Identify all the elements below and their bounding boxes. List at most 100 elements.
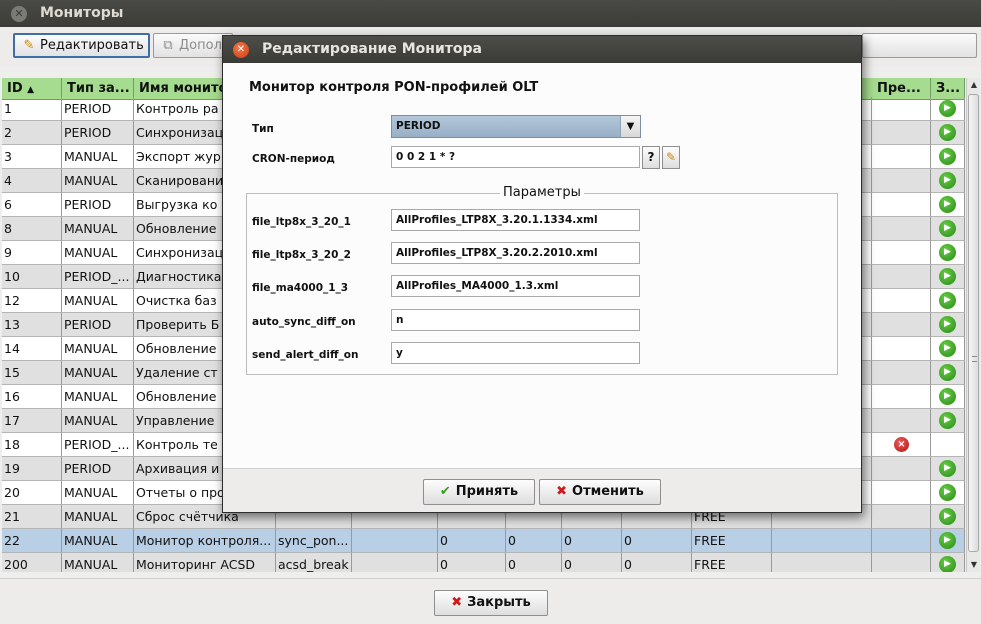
edit-monitor-dialog: ✕ Редактирование Монитора Монитор контро…	[222, 35, 862, 513]
play-icon[interactable]: ▶	[939, 172, 956, 189]
copy-icon: ⧉	[163, 38, 173, 53]
table-cell-c7: 0	[562, 553, 622, 572]
table-cell-id: 1	[2, 97, 62, 121]
cron-help-button[interactable]: ?	[642, 146, 660, 169]
table-cell-blank3	[872, 529, 931, 553]
play-icon[interactable]: ▶	[939, 244, 956, 261]
table-cell-status: FREE	[692, 553, 772, 572]
table-cell-id: 20	[2, 481, 62, 505]
table-cell-status: FREE	[692, 529, 772, 553]
table-cell-type: MANUAL	[62, 145, 134, 169]
param-label: file_ma4000_1_3	[252, 282, 349, 294]
table-row[interactable]: 22 MANUAL Монитор контроля... sync_pon... 0 0…	[2, 529, 965, 553]
dialog-footer: ✔ Принять ✖ Отменить	[223, 468, 861, 512]
stop-icon[interactable]: ×	[894, 437, 909, 452]
param-input[interactable]: AllProfiles_LTP8X_3.20.1.1334.xml	[391, 209, 640, 231]
cancel-button[interactable]: ✖ Отменить	[539, 479, 661, 505]
close-x-icon: ✖	[451, 595, 463, 610]
play-icon[interactable]: ▶	[939, 196, 956, 213]
type-select[interactable]: PERIOD ▼	[391, 115, 641, 138]
play-icon[interactable]: ▶	[939, 460, 956, 477]
sort-asc-icon: ▲	[27, 85, 35, 95]
scroll-up-icon[interactable]: ▲	[967, 78, 981, 92]
play-icon[interactable]: ▶	[939, 484, 956, 501]
close-button[interactable]: ✖ Закрыть	[434, 590, 548, 616]
play-icon[interactable]: ▶	[939, 100, 956, 117]
chevron-down-icon[interactable]: ▼	[620, 116, 640, 137]
cron-edit-pencil-icon[interactable]: ✎	[662, 146, 680, 169]
table-cell-blank3	[872, 505, 931, 529]
play-icon[interactable]: ▶	[939, 532, 956, 549]
cancel-button-label: Отменить	[572, 484, 644, 499]
window-title: Мониторы	[40, 5, 124, 21]
play-icon[interactable]: ▶	[939, 508, 956, 525]
add-button[interactable]: ⧉ Допол	[153, 33, 233, 58]
table-cell-id: 9	[2, 241, 62, 265]
play-icon[interactable]: ▶	[939, 292, 956, 309]
table-cell-id: 14	[2, 337, 62, 361]
type-select-value: PERIOD	[396, 120, 441, 132]
dialog-close-icon[interactable]: ✕	[233, 42, 249, 58]
table-cell-blank3	[872, 553, 931, 572]
table-cell-type: MANUAL	[62, 241, 134, 265]
table-cell-blank3	[872, 193, 931, 217]
cron-label: CRON-период	[252, 153, 335, 165]
table-row[interactable]: 200 MANUAL Мониторинг ACSD acsd_break 0 0 0 0 FR…	[2, 553, 965, 572]
table-cell-blank3	[872, 289, 931, 313]
edit-button[interactable]: ✎ Редактировать	[13, 33, 150, 58]
window-titlebar: ✕ Мониторы	[0, 0, 981, 27]
dialog-title: Редактирование Монитора	[262, 41, 482, 57]
table-cell-type: MANUAL	[62, 385, 134, 409]
play-icon[interactable]: ▶	[939, 220, 956, 237]
param-input[interactable]: n	[391, 309, 640, 331]
play-icon[interactable]: ▶	[939, 340, 956, 357]
table-cell-id: 10	[2, 265, 62, 289]
check-icon: ✔	[439, 484, 451, 499]
table-cell-name: Монитор контроля...	[134, 529, 276, 553]
toolbar-button-right[interactable]	[862, 33, 977, 58]
dialog-titlebar: ✕ Редактирование Монитора	[223, 36, 861, 63]
table-cell-type: MANUAL	[62, 289, 134, 313]
bottom-bar: ✖ Закрыть	[0, 578, 981, 624]
table-cell-id: 18	[2, 433, 62, 457]
pencil-icon: ✎	[23, 38, 35, 53]
table-cell-blank1	[352, 529, 438, 553]
table-cell-type: PERIOD_...	[62, 433, 134, 457]
table-scrollbar[interactable]: ▲ ▼	[966, 78, 980, 572]
table-cell-id: 2	[2, 121, 62, 145]
play-icon[interactable]: ▶	[939, 556, 956, 572]
scroll-thumb[interactable]	[968, 94, 979, 552]
table-cell-id: 22	[2, 529, 62, 553]
table-cell-type: MANUAL	[62, 337, 134, 361]
type-label: Тип	[252, 123, 274, 135]
play-icon[interactable]: ▶	[939, 268, 956, 285]
window-close-icon[interactable]: ✕	[11, 6, 27, 22]
accept-button[interactable]: ✔ Принять	[423, 479, 535, 505]
play-icon[interactable]: ▶	[939, 388, 956, 405]
dialog-body: Монитор контроля PON-профилей OLT Тип PE…	[223, 63, 861, 468]
play-icon[interactable]: ▶	[939, 124, 956, 141]
param-input[interactable]: AllProfiles_LTP8X_3.20.2.2010.xml	[391, 242, 640, 264]
table-cell-c8: 0	[622, 553, 692, 572]
cron-input[interactable]: 0 0 2 1 * ?	[391, 146, 640, 168]
table-cell-blank3	[872, 145, 931, 169]
edit-button-label: Редактировать	[40, 38, 144, 53]
table-cell-type: PERIOD_...	[62, 265, 134, 289]
play-icon[interactable]: ▶	[939, 412, 956, 429]
play-icon[interactable]: ▶	[939, 364, 956, 381]
table-cell-type: MANUAL	[62, 505, 134, 529]
param-input[interactable]: y	[391, 342, 640, 364]
play-icon[interactable]: ▶	[939, 316, 956, 333]
params-legend: Параметры	[500, 185, 584, 200]
table-cell-name: Мониторинг ACSD	[134, 553, 276, 572]
param-input[interactable]: AllProfiles_MA4000_1.3.xml	[391, 275, 640, 297]
table-cell-blank3	[872, 385, 931, 409]
scroll-down-icon[interactable]: ▼	[967, 558, 981, 572]
table-cell-c5: 0	[438, 529, 506, 553]
table-cell-blank2	[772, 529, 872, 553]
cancel-x-icon: ✖	[556, 484, 568, 499]
table-cell-id: 12	[2, 289, 62, 313]
table-cell-id: 16	[2, 385, 62, 409]
table-cell-id: 13	[2, 313, 62, 337]
play-icon[interactable]: ▶	[939, 148, 956, 165]
